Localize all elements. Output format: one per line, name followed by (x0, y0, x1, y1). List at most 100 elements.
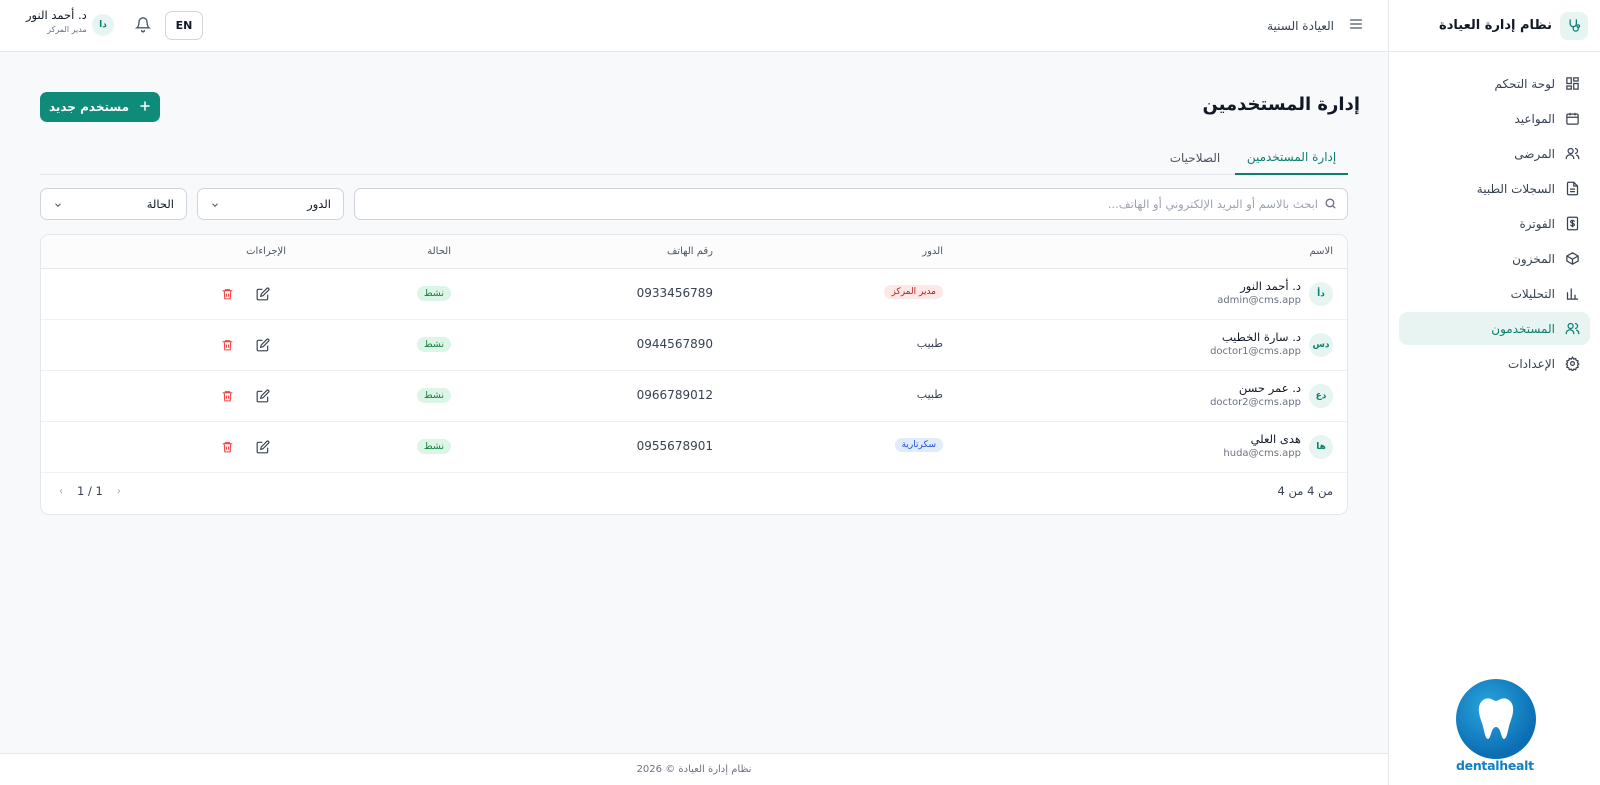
search-placeholder: ابحث بالاسم أو البريد الإلكتروني أو الها… (1107, 197, 1318, 211)
analytics-icon (1566, 288, 1579, 300)
page-footer: نظام إدارة العيادة © 2026 (0, 753, 1388, 785)
role-select-value: الدور (307, 197, 331, 211)
edit-icon[interactable] (256, 388, 270, 407)
sidebar-item-medical-records[interactable]: السجلات الطبية (1399, 172, 1590, 205)
role-cell: سكرتارية (894, 438, 943, 452)
edit-icon[interactable] (256, 439, 270, 458)
sidebar-item-inventory[interactable]: المخزون (1399, 242, 1590, 275)
calendar-icon (1566, 112, 1579, 125)
language-toggle-button[interactable]: EN (165, 11, 203, 40)
menu-icon[interactable] (1348, 16, 1364, 36)
trash-icon[interactable] (221, 286, 234, 305)
logo-text: dentalhealt (1456, 758, 1534, 773)
sidebar-item-dashboard[interactable]: لوحة التحكم (1399, 67, 1590, 100)
user-name: د. أحمد النور (1240, 279, 1301, 293)
avatar: دأ (1309, 282, 1333, 306)
sidebar-header: نظام إدارة العيادة (1389, 0, 1600, 52)
phone-cell: 0966789012 (636, 388, 713, 402)
sidebar-item-users[interactable]: المستخدمون (1399, 312, 1590, 345)
trash-icon[interactable] (221, 388, 234, 407)
role-cell: طبيب (917, 337, 943, 350)
role-select[interactable]: الدور (197, 188, 344, 220)
edit-icon[interactable] (256, 286, 270, 305)
status-badge: نشط (416, 388, 451, 403)
user-name: هدى العلي (1250, 432, 1301, 446)
dental-logo (1456, 679, 1536, 759)
role-badge: مدير المركز (884, 285, 943, 299)
header-phone[interactable]: رقم الهاتف (667, 246, 713, 257)
chevron-right-icon[interactable]: › (117, 486, 121, 497)
avatar: دع (1309, 384, 1333, 408)
avatar[interactable]: دا (92, 14, 114, 36)
table-row[interactable]: دع د. عمر حسن doctor2@cms.app طبيب 09667… (41, 371, 1347, 422)
phone-cell: 0955678901 (636, 439, 713, 453)
user-cell: هدى العلي huda@cms.app (1223, 432, 1301, 459)
sidebar-item-label: الفوترة (1519, 216, 1555, 231)
brand-name: نظام إدارة العيادة (1439, 18, 1552, 33)
sidebar-item-patients[interactable]: المرضى (1399, 137, 1590, 170)
table-row[interactable]: دأ د. أحمد النور admin@cms.app مدير المر… (41, 269, 1347, 320)
tab-user-management[interactable]: إدارة المستخدمين (1235, 140, 1348, 175)
chevron-left-icon[interactable]: ‹ (59, 486, 63, 497)
sidebar-item-label: المرضى (1514, 146, 1555, 161)
user-info[interactable]: د. أحمد النور مدير المركز (26, 8, 87, 34)
role-cell: طبيب (917, 388, 943, 401)
stethoscope-icon (1560, 11, 1588, 40)
page-indicator: 1 / 1 (77, 484, 103, 498)
tabs: إدارة المستخدمين الصلاحيات (40, 140, 1348, 175)
tab-permissions[interactable]: الصلاحيات (1155, 140, 1235, 175)
header-name[interactable]: الاسم (1309, 246, 1333, 257)
sidebar-item-billing[interactable]: الفوترة (1399, 207, 1590, 240)
user-email: admin@cms.app (1217, 295, 1301, 306)
user-cell: د. سارة الخطيب doctor1@cms.app (1210, 330, 1301, 357)
phone-cell: 0933456789 (636, 286, 713, 300)
bell-icon[interactable] (134, 16, 152, 37)
user-email: huda@cms.app (1223, 448, 1301, 459)
users-icon (1565, 147, 1580, 160)
gear-icon (1565, 356, 1580, 371)
pagination: ‹ 1 / 1 › (59, 484, 121, 498)
search-input[interactable]: ابحث بالاسم أو البريد الإلكتروني أو الها… (354, 188, 1348, 220)
trash-icon[interactable] (221, 439, 234, 458)
role-text: طبيب (916, 337, 943, 350)
sidebar-item-appointments[interactable]: المواعيد (1399, 102, 1590, 135)
table-header: الاسم الدور رقم الهاتف الحالة الإجراءات (41, 235, 1347, 269)
user-email: doctor1@cms.app (1210, 346, 1301, 357)
header-status[interactable]: الحالة (427, 246, 451, 257)
box-icon (1566, 252, 1579, 265)
sidebar-item-label: المواعيد (1514, 111, 1555, 126)
page-title: إدارة المستخدمين (1202, 94, 1360, 115)
user-cell: د. عمر حسن doctor2@cms.app (1210, 381, 1301, 408)
header-actions: الإجراءات (246, 246, 286, 257)
header-role[interactable]: الدور (922, 246, 943, 257)
phone-cell: 0944567890 (636, 337, 713, 351)
edit-icon[interactable] (256, 337, 270, 356)
result-count: من 4 من 4 (1277, 484, 1333, 498)
role-cell: مدير المركز (884, 285, 943, 299)
topbar: العيادة السنية EN دا د. أحمد النور مدير … (0, 0, 1388, 52)
trash-icon[interactable] (221, 337, 234, 356)
status-badge: نشط (416, 286, 451, 301)
role-badge: سكرتارية (894, 438, 943, 452)
sidebar-item-analytics[interactable]: التحليلات (1399, 277, 1590, 310)
topbar-right: العيادة السنية (1267, 0, 1364, 52)
status-select[interactable]: الحالة (40, 188, 187, 220)
users-icon (1565, 322, 1580, 335)
users-table: الاسم الدور رقم الهاتف الحالة الإجراءات … (40, 234, 1348, 515)
role-text: طبيب (916, 388, 943, 401)
table-row[interactable]: ها هدى العلي huda@cms.app سكرتارية 09556… (41, 422, 1347, 473)
status-badge: نشط (416, 337, 451, 352)
sidebar-item-label: المخزون (1512, 251, 1555, 266)
avatar: ها (1309, 435, 1333, 459)
sidebar-nav: لوحة التحكم المواعيد المرضى السجلات الطب… (1389, 67, 1600, 380)
status-select-value: الحالة (146, 197, 174, 211)
file-icon (1566, 181, 1579, 196)
chevron-down-icon (53, 195, 63, 214)
add-user-button[interactable]: مستخدم جديد (40, 92, 160, 122)
billing-icon (1566, 216, 1579, 231)
user-email: doctor2@cms.app (1210, 397, 1301, 408)
sidebar-item-settings[interactable]: الإعدادات (1399, 347, 1590, 380)
user-cell: د. أحمد النور admin@cms.app (1217, 279, 1301, 306)
clinic-name: العيادة السنية (1267, 19, 1334, 33)
table-row[interactable]: دس د. سارة الخطيب doctor1@cms.app طبيب 0… (41, 320, 1347, 371)
